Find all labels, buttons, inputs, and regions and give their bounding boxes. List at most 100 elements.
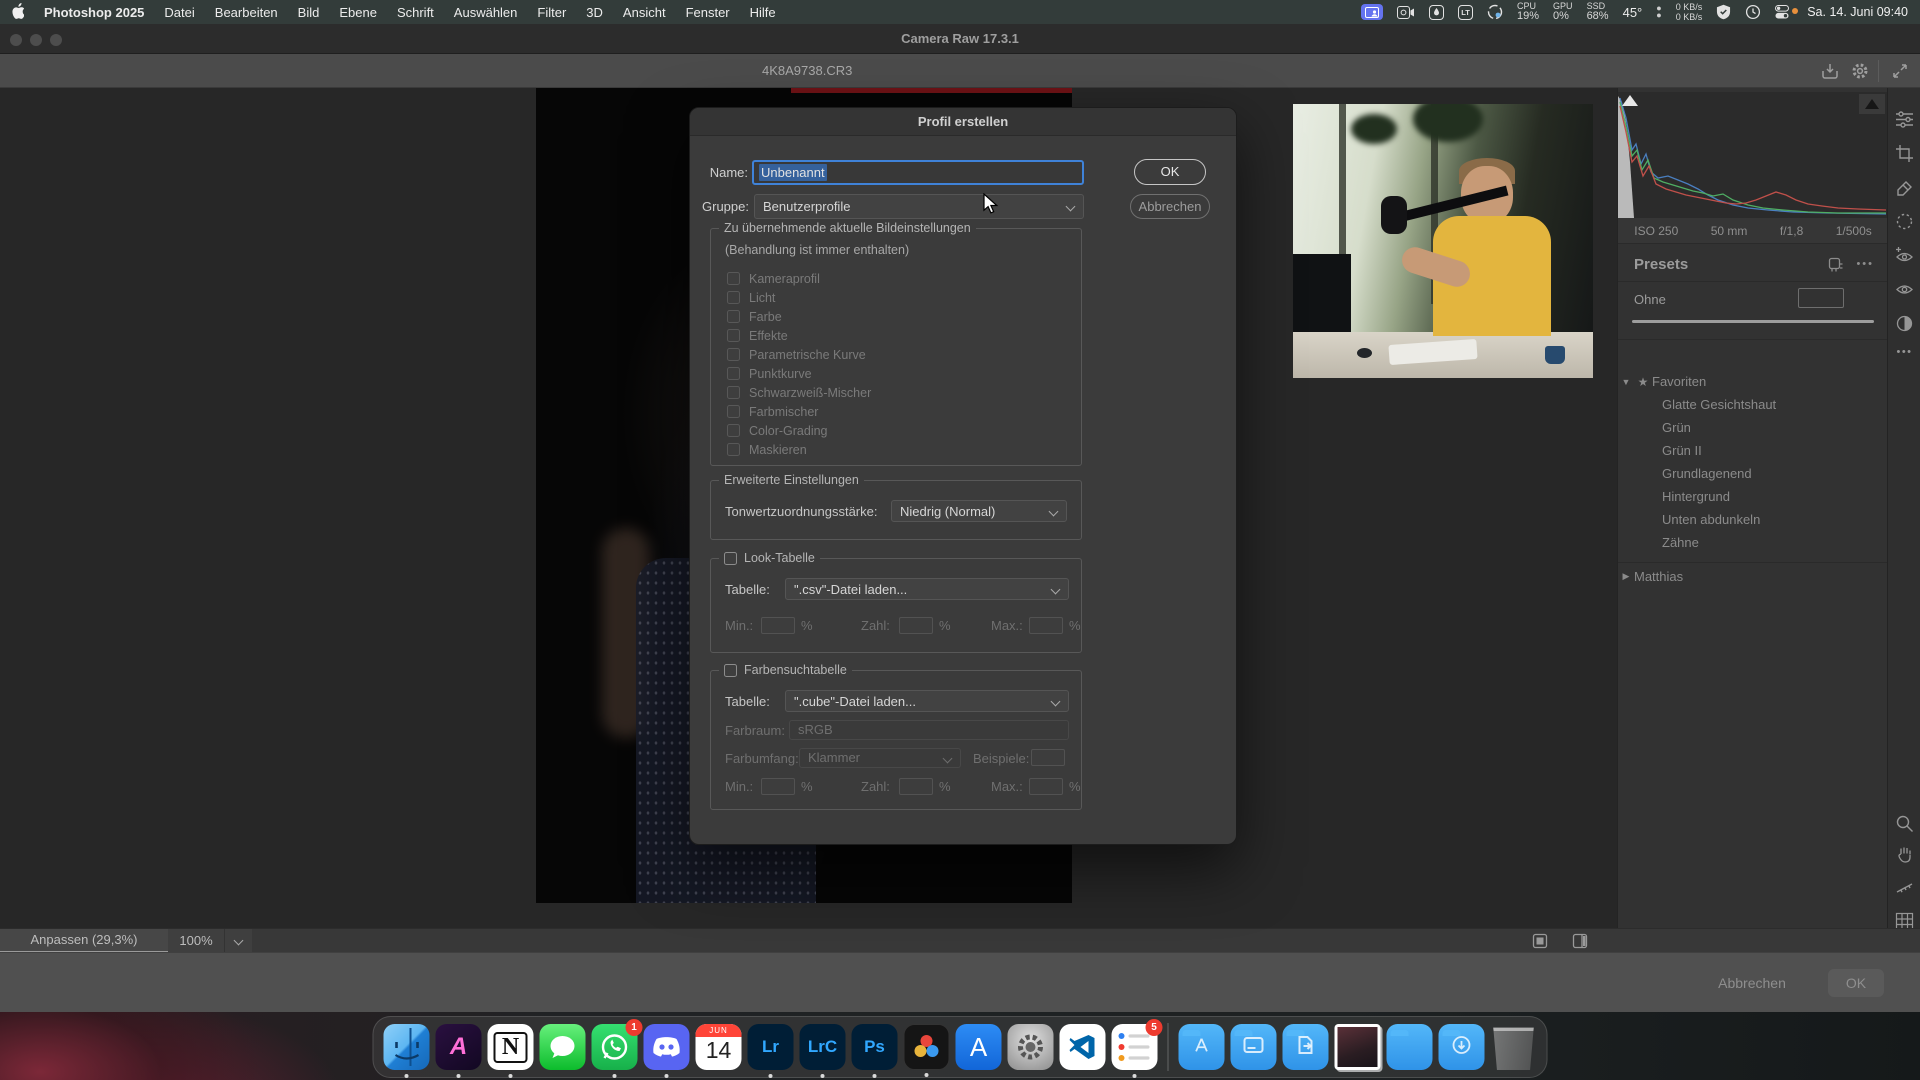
healing-icon[interactable]: [1895, 178, 1914, 197]
shadow-clipping-icon[interactable]: [1622, 95, 1638, 106]
screen-share-icon[interactable]: [1361, 4, 1383, 20]
dock-folder-cards[interactable]: [1231, 1024, 1277, 1070]
chevron-right-icon[interactable]: ▶: [1618, 571, 1634, 582]
checkbox-box[interactable]: [727, 386, 740, 399]
dock-discord-icon[interactable]: [644, 1024, 690, 1070]
dialog-ok-button[interactable]: OK: [1134, 159, 1206, 185]
more-tools-icon[interactable]: •••: [1895, 346, 1914, 365]
checkbox-schwarzweiss-mischer[interactable]: Schwarzweiß-Mischer: [727, 383, 871, 402]
menu-item-bild[interactable]: Bild: [288, 5, 330, 20]
dock-calendar-icon[interactable]: JUN 14: [696, 1024, 742, 1070]
fullscreen-icon[interactable]: [1890, 61, 1910, 81]
menu-item-hilfe[interactable]: Hilfe: [740, 5, 786, 20]
dock-folder-export[interactable]: [1283, 1024, 1329, 1070]
network-stat[interactable]: 0 KB/s 0 KB/s: [1676, 2, 1703, 22]
history-clock-icon[interactable]: [1745, 4, 1761, 20]
menu-item-3d[interactable]: 3D: [576, 5, 613, 20]
tone-mapping-select[interactable]: Niedrig (Normal): [891, 500, 1067, 522]
export-icon[interactable]: [1820, 61, 1840, 81]
preset-item[interactable]: Hintergrund: [1618, 485, 1888, 508]
red-eye-icon[interactable]: [1895, 246, 1914, 265]
crop-icon[interactable]: [1895, 144, 1914, 163]
preview-eye-icon[interactable]: [1895, 280, 1914, 299]
menu-item-auswaehlen[interactable]: Auswählen: [444, 5, 528, 20]
dock-folder-applications[interactable]: [1179, 1024, 1225, 1070]
cube-table-select[interactable]: ".cube"-Datei laden...: [785, 690, 1069, 712]
preset-item[interactable]: Glatte Gesichtshaut: [1618, 393, 1888, 416]
checkbox-farbe[interactable]: Farbe: [727, 307, 871, 326]
hand-tool-icon[interactable]: [1895, 844, 1914, 863]
temperature-stat[interactable]: 45°: [1623, 5, 1643, 20]
checkbox-box[interactable]: [727, 310, 740, 323]
zoom-window-button[interactable]: [50, 34, 62, 46]
lt-app-icon[interactable]: LT: [1458, 5, 1473, 20]
menu-item-schrift[interactable]: Schrift: [387, 5, 444, 20]
toggles-icon[interactable]: [1775, 5, 1793, 19]
zoom-level[interactable]: 100%: [168, 929, 224, 953]
gpu-stat[interactable]: GPU0%: [1553, 2, 1573, 22]
preset-item[interactable]: Grundlagenend: [1618, 462, 1888, 485]
preset-item[interactable]: Zähne: [1618, 531, 1888, 554]
dock-lightroom-icon[interactable]: Lr: [748, 1024, 794, 1070]
dock-lightroom-classic-icon[interactable]: LrC: [800, 1024, 846, 1070]
menu-item-filter[interactable]: Filter: [527, 5, 576, 20]
checkbox-parametrische-kurve[interactable]: Parametrische Kurve: [727, 345, 871, 364]
menu-item-ebene[interactable]: Ebene: [329, 5, 387, 20]
max-input[interactable]: [1029, 617, 1063, 634]
checkbox-color-grading[interactable]: Color-Grading: [727, 421, 871, 440]
menu-item-datei[interactable]: Datei: [154, 5, 204, 20]
dock-photo-stack[interactable]: [1335, 1024, 1381, 1070]
dock-davinci-resolve-icon[interactable]: [904, 1024, 950, 1070]
menu-item-ansicht[interactable]: Ansicht: [613, 5, 676, 20]
csv-table-select[interactable]: ".csv"-Datei laden...: [785, 578, 1069, 600]
checkbox-box[interactable]: [727, 348, 740, 361]
straighten-tool-icon[interactable]: [1895, 878, 1914, 897]
presets-more-icon[interactable]: •••: [1856, 258, 1874, 270]
cleanmy-icon[interactable]: [1487, 4, 1503, 20]
close-window-button[interactable]: [10, 34, 22, 46]
zoom-tool-icon[interactable]: [1895, 814, 1914, 833]
menu-item-fenster[interactable]: Fenster: [676, 5, 740, 20]
dock-messages-icon[interactable]: [540, 1024, 586, 1070]
before-after-icon[interactable]: [1895, 314, 1914, 333]
group-select[interactable]: Benutzerprofile: [754, 194, 1084, 219]
zoom-dropdown[interactable]: [224, 929, 252, 953]
menu-item-bearbeiten[interactable]: Bearbeiten: [205, 5, 288, 20]
dock-reminders-icon[interactable]: 5: [1112, 1024, 1158, 1070]
dock-photoshop-icon[interactable]: Ps: [852, 1024, 898, 1070]
preset-item[interactable]: Grün: [1618, 416, 1888, 439]
checkbox-box[interactable]: [727, 367, 740, 380]
dock-arc-icon[interactable]: A: [436, 1024, 482, 1070]
preset-amount-slider[interactable]: [1632, 320, 1874, 323]
camera-raw-cancel-button[interactable]: Abbrechen: [1712, 969, 1792, 997]
camera-app-icon[interactable]: [1397, 6, 1415, 19]
apple-menu[interactable]: [0, 3, 34, 22]
checkbox-box[interactable]: [727, 424, 740, 437]
color-lookup-checkbox[interactable]: [724, 664, 737, 677]
ssd-stat[interactable]: SSD68%: [1587, 2, 1609, 22]
checkbox-box[interactable]: [727, 443, 740, 456]
preset-amount-box[interactable]: [1798, 288, 1844, 308]
dock-trash-icon[interactable]: [1491, 1024, 1537, 1070]
checkbox-box[interactable]: [727, 329, 740, 342]
gear-icon[interactable]: [1850, 61, 1870, 81]
preset-group-matthias[interactable]: ▶ Matthias: [1618, 562, 1888, 590]
shield-icon[interactable]: [1716, 4, 1731, 20]
checkbox-box[interactable]: [727, 272, 740, 285]
min-input[interactable]: [761, 617, 795, 634]
highlight-clipping-icon[interactable]: [1859, 94, 1885, 114]
dock-notion-icon[interactable]: N: [488, 1024, 534, 1070]
filmstrip-toggle-icon[interactable]: [1532, 933, 1548, 949]
dialog-cancel-button[interactable]: Abbrechen: [1130, 194, 1210, 219]
new-preset-icon[interactable]: [1828, 257, 1844, 273]
cpu-stat[interactable]: CPU19%: [1517, 2, 1539, 22]
panel-toggle-icon[interactable]: [1572, 933, 1588, 949]
checkbox-farbmischer[interactable]: Farbmischer: [727, 402, 871, 421]
dock-finder-icon[interactable]: [384, 1024, 430, 1070]
preset-item[interactable]: Unten abdunkeln: [1618, 508, 1888, 531]
dots-menu-icon[interactable]: ●●: [1656, 5, 1661, 19]
edit-sliders-icon[interactable]: [1895, 110, 1914, 129]
checkbox-box[interactable]: [727, 291, 740, 304]
masking-icon[interactable]: [1895, 212, 1914, 231]
preset-group-favoriten[interactable]: ▼ ★ Favoriten: [1618, 370, 1888, 393]
